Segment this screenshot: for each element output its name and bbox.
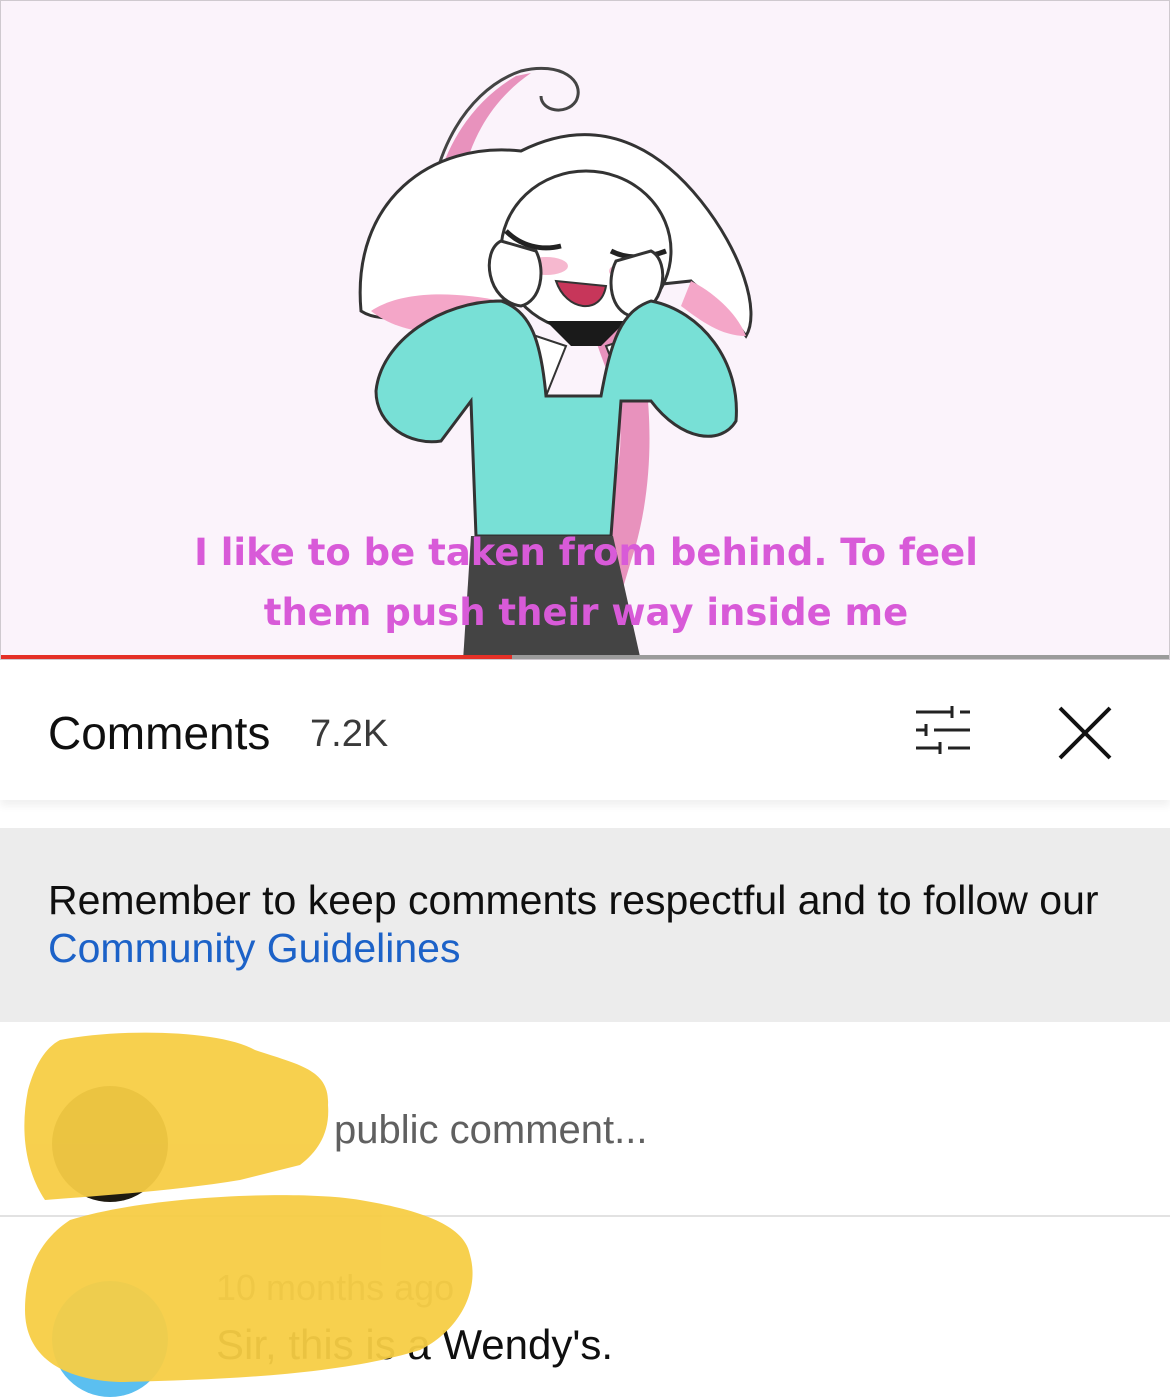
subtitle-line-2: them push their way inside me xyxy=(263,591,909,634)
add-comment-row[interactable]: public comment... xyxy=(0,1022,1170,1216)
community-guidelines-notice: Remember to keep comments respectful and… xyxy=(0,828,1170,1022)
avatar xyxy=(52,1086,168,1202)
add-comment-input[interactable]: public comment... xyxy=(334,1108,647,1153)
video-player[interactable]: I like to be taken from behind. To feel … xyxy=(0,0,1170,660)
comment-timestamp: 10 months ago xyxy=(216,1267,455,1308)
notice-text: Remember to keep comments respectful and… xyxy=(48,877,1099,923)
comments-title: Comments xyxy=(48,707,271,759)
comments-header: Comments 7.2K xyxy=(0,660,1170,800)
comment-meta: 10 months ago xyxy=(216,1267,454,1309)
video-subtitles: I like to be taken from behind. To feel … xyxy=(1,523,1169,643)
close-icon[interactable] xyxy=(1056,704,1114,762)
comment-text: Sir, this is a Wendy's. xyxy=(216,1321,614,1368)
community-guidelines-link[interactable]: Community Guidelines xyxy=(48,925,460,971)
comment-item[interactable]: 10 months ago Sir, this is a Wendy's. xyxy=(0,1217,1170,1397)
comments-count: 7.2K xyxy=(310,713,389,755)
subtitle-line-1: I like to be taken from behind. To feel xyxy=(194,531,978,574)
sort-filter-icon[interactable] xyxy=(912,704,972,756)
avatar[interactable] xyxy=(52,1281,168,1397)
